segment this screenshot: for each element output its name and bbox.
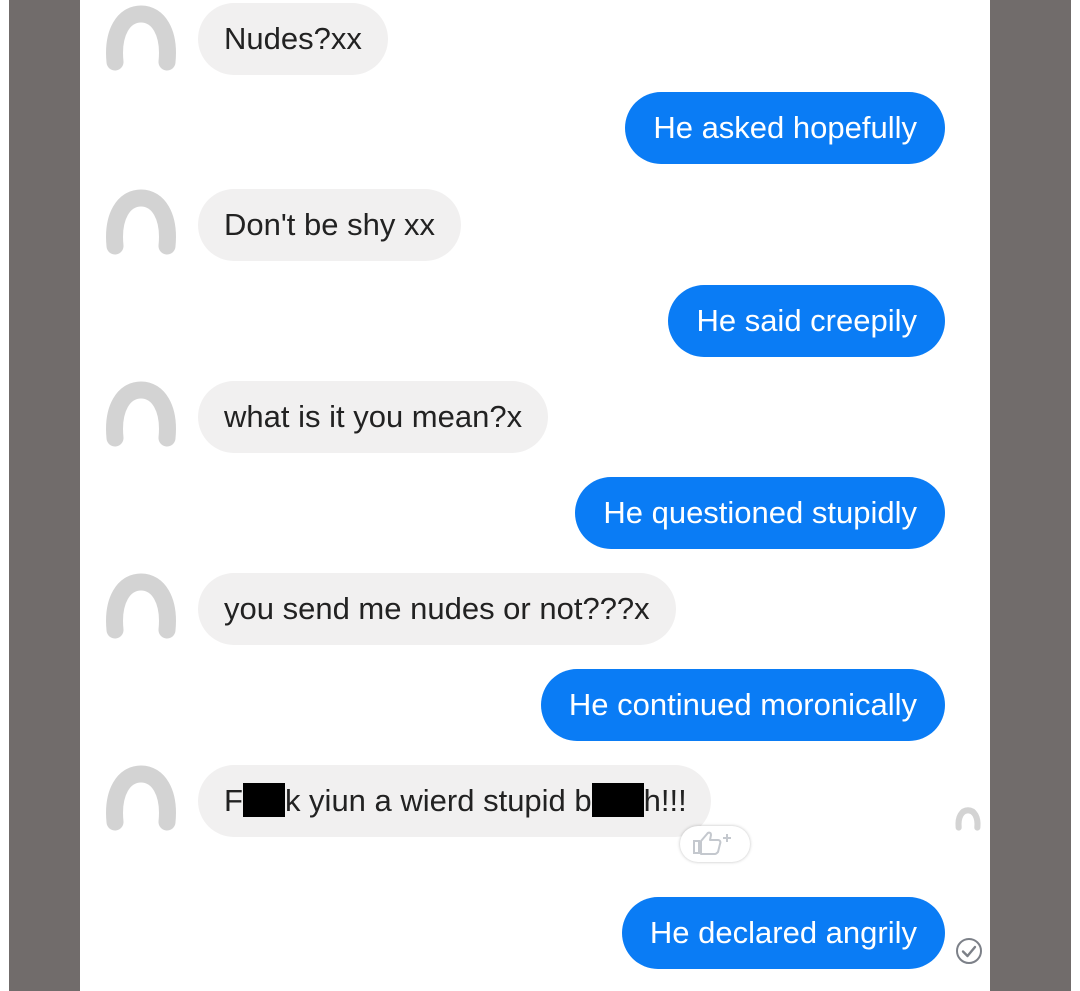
seen-check-icon <box>954 936 984 966</box>
outgoing-message[interactable]: He said creepily <box>668 285 945 357</box>
incoming-message[interactable]: Don't be shy xx <box>198 189 461 261</box>
left-edge <box>0 0 9 991</box>
chat-thread[interactable]: Nudes?xx He asked hopefully Don't be shy… <box>80 0 990 991</box>
message-fragment: F <box>224 783 243 818</box>
avatar-icon[interactable] <box>102 186 180 264</box>
outgoing-message[interactable]: He questioned stupidly <box>575 477 945 549</box>
outgoing-message[interactable]: He continued moronically <box>540 669 945 741</box>
read-receipt-avatar-icon <box>954 806 982 834</box>
avatar-icon[interactable] <box>102 2 180 80</box>
outgoing-message[interactable]: He declared angrily <box>621 897 945 969</box>
redaction-bar <box>591 783 644 817</box>
screenshot-frame: Nudes?xx He asked hopefully Don't be shy… <box>0 0 1080 991</box>
incoming-message[interactable]: you send me nudes or not???x <box>198 573 676 645</box>
avatar-icon[interactable] <box>102 378 180 456</box>
right-edge <box>1071 0 1080 991</box>
incoming-message[interactable]: Nudes?xx <box>198 3 388 75</box>
avatar-icon[interactable] <box>102 762 180 840</box>
message-fragment: h!!! <box>643 783 687 818</box>
incoming-message-redacted[interactable]: Fk yiun a wierd stupid b h!!! <box>198 765 711 837</box>
avatar-icon[interactable] <box>102 570 180 648</box>
message-fragment: k yiun a wierd stupid b <box>284 783 592 818</box>
redaction-bar <box>242 783 285 817</box>
incoming-message[interactable]: what is it you mean?x <box>198 381 549 453</box>
outgoing-message[interactable]: He asked hopefully <box>625 92 945 164</box>
thumbs-up-plus-icon[interactable] <box>680 826 750 862</box>
